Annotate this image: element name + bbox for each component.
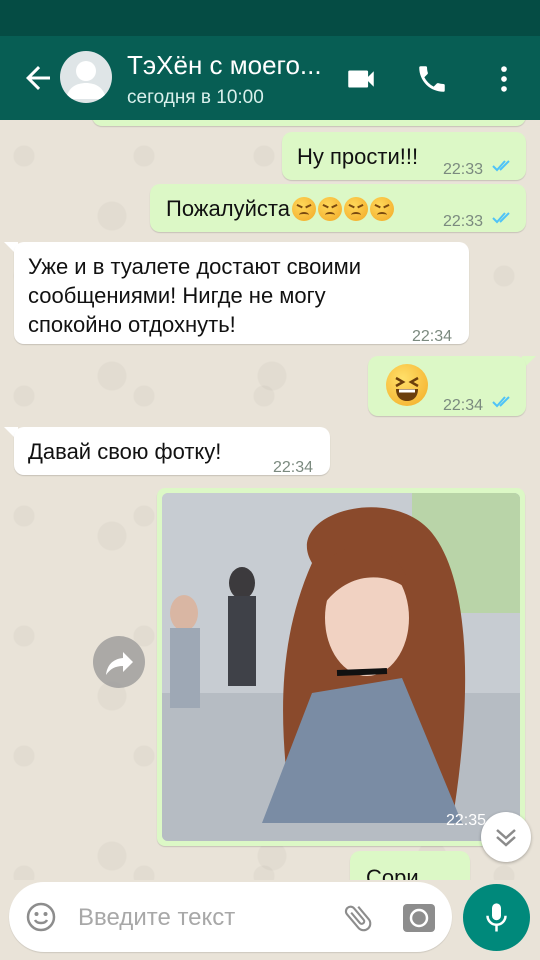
message-bubble-outgoing[interactable]: Ну прости!!! 22:33	[282, 132, 526, 180]
message-time: 22:33	[443, 161, 484, 178]
message-time: 22:34	[443, 397, 484, 414]
back-arrow-icon[interactable]	[20, 60, 56, 96]
phone-icon[interactable]	[415, 62, 449, 96]
message-text: Пожалуйста	[166, 196, 290, 221]
message-input-container[interactable]	[9, 882, 452, 952]
message-time: 22:33	[443, 213, 484, 230]
message-text-line: Уже и в туалете достают своими	[28, 254, 362, 279]
message-input[interactable]	[76, 896, 330, 940]
composer-bar	[0, 880, 540, 960]
photo-image[interactable]	[162, 493, 520, 841]
message-bubble-outgoing[interactable]: Пожалуйста 22:33	[150, 184, 526, 232]
chat-area[interactable]: Ну прости!!! 22:33 Пожалуйста 22:33 Уже …	[0, 120, 540, 880]
forward-button[interactable]	[93, 636, 145, 688]
contact-name[interactable]: ТэХён с моего...	[127, 50, 332, 81]
last-seen: сегодня в 10:00	[127, 87, 264, 108]
double-check-icon	[492, 396, 510, 408]
chat-header: ТэХён с моего... сегодня в 10:00	[0, 36, 540, 120]
persevering-face-icon	[369, 197, 394, 221]
avatar-icon	[66, 61, 106, 99]
persevering-face-icon	[343, 197, 368, 221]
avatar[interactable]	[60, 51, 112, 103]
message-time: 22:34	[273, 459, 314, 476]
double-check-icon	[492, 212, 510, 224]
status-bar	[0, 0, 540, 36]
message-text: Сори	[366, 865, 419, 880]
camera-icon[interactable]	[402, 901, 436, 935]
message-text-line: сообщениями! Нигде не могу	[28, 283, 326, 308]
more-vert-icon[interactable]	[487, 62, 521, 96]
emoji-icon[interactable]	[25, 901, 57, 933]
message-text-line: спокойно отдохнуть!	[28, 312, 236, 337]
forward-icon	[106, 652, 133, 675]
message-bubble-incoming[interactable]: Уже и в туалете достают своими сообщения…	[14, 242, 469, 345]
message-text: Ну прости!!!	[297, 144, 419, 169]
mic-icon	[486, 903, 507, 932]
persevering-face-icon	[317, 197, 342, 221]
voice-record-button[interactable]	[463, 884, 530, 951]
double-check-icon	[492, 160, 510, 172]
message-photo-outgoing[interactable]: 22:35	[157, 488, 525, 846]
video-call-icon[interactable]	[344, 62, 378, 96]
message-bubble-partial[interactable]	[92, 120, 526, 126]
chevron-down-icon	[496, 829, 516, 847]
scroll-to-bottom-button[interactable]	[481, 812, 531, 862]
persevering-face-icon	[291, 197, 316, 221]
laughing-face-icon	[386, 364, 428, 406]
message-text: Давай свою фотку!	[28, 439, 222, 464]
attach-icon[interactable]	[341, 901, 375, 935]
message-bubble-incoming[interactable]: Давай свою фотку! 22:34	[14, 427, 330, 476]
message-time: 22:34	[412, 328, 453, 345]
message-bubble-outgoing-partial[interactable]: Сори	[350, 851, 470, 880]
